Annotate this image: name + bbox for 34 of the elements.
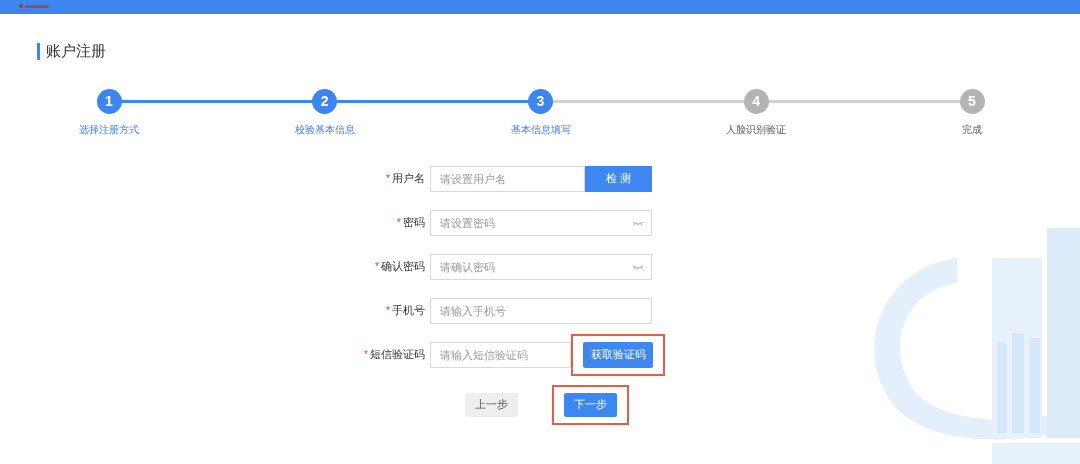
step-label: 人脸识别验证 [726, 122, 787, 137]
field-label: 密码 [403, 215, 425, 231]
text-field[interactable]: 请输入短信验证码 [430, 341, 571, 368]
required-mark: * [375, 260, 379, 274]
back-button[interactable]: 上一步 [465, 392, 518, 417]
step-label: 选择注册方式 [79, 122, 139, 137]
required-mark: * [397, 216, 401, 230]
password-field[interactable]: 请设置密码 [430, 209, 652, 236]
field-label: 手机号 [392, 303, 425, 319]
step-label: 校验基本信息 [294, 122, 355, 137]
closed-eye-icon[interactable] [632, 264, 644, 270]
next-button[interactable]: 下一步 [564, 392, 617, 417]
step-number: 5 [959, 88, 985, 114]
required-mark: * [386, 172, 390, 186]
field-label: 确认密码 [381, 259, 425, 275]
step-number: 3 [528, 88, 553, 114]
closed-eye-icon[interactable] [632, 220, 644, 226]
action-button[interactable]: 获取验证码 [583, 341, 653, 368]
password-field[interactable]: 请确认密码 [430, 253, 652, 280]
step-number: 4 [743, 88, 769, 114]
required-mark: * [364, 348, 368, 362]
action-button[interactable]: 检 测 [585, 165, 652, 192]
step-number: 1 [96, 88, 122, 114]
text-field[interactable]: 请设置用户名 [430, 165, 585, 192]
required-mark: * [386, 304, 390, 318]
logo-icon[interactable] [18, 4, 50, 10]
step-label: 完成 [962, 122, 982, 137]
page-title: 账户注册 [46, 41, 106, 61]
text-field[interactable]: 请输入手机号 [430, 297, 652, 324]
field-label: 短信验证码 [370, 347, 425, 363]
field-label: 用户名 [392, 171, 425, 187]
step-label: 基本信息填写 [510, 122, 571, 137]
title-accent-bar [37, 42, 40, 60]
step-number: 2 [312, 88, 338, 114]
